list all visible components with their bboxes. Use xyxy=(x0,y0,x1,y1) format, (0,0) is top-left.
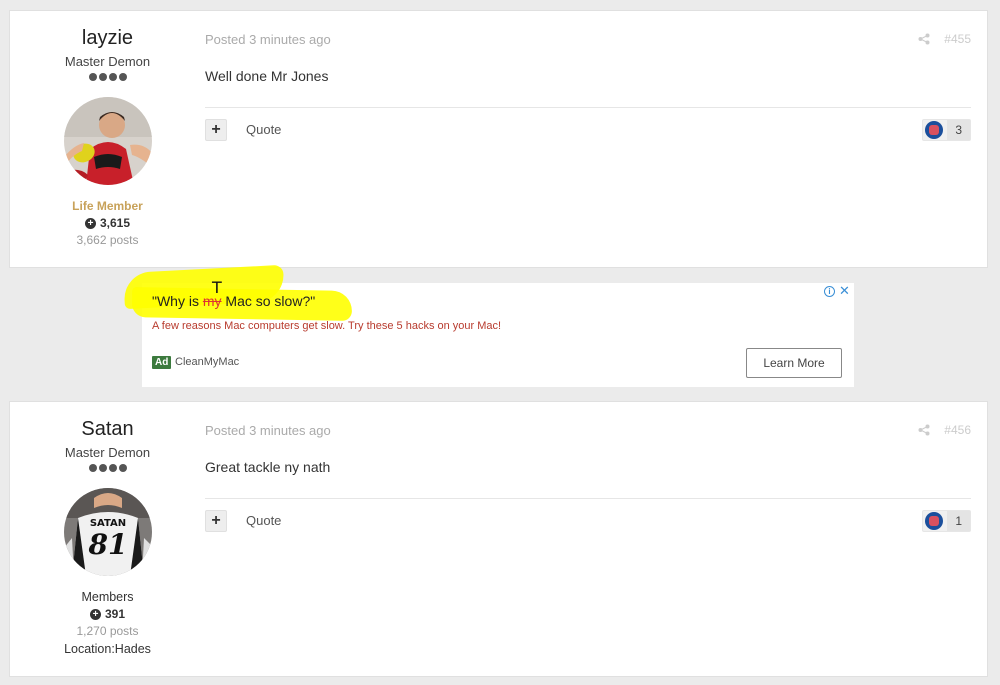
quote-button[interactable]: Quote xyxy=(246,122,281,137)
post-tools: #456 xyxy=(918,423,971,437)
reputation: + 391 xyxy=(10,607,205,621)
like-reaction-icon xyxy=(925,512,944,530)
member-group: Life Member xyxy=(72,199,143,213)
author-panel: layzie Master Demon Life Member + 3,615 xyxy=(10,11,205,247)
ad-choices: i ✕ xyxy=(824,284,850,297)
reputation-value: 391 xyxy=(104,607,126,621)
divider xyxy=(205,107,971,108)
reactions[interactable]: 1 xyxy=(922,510,971,532)
author-name[interactable]: Satan xyxy=(10,418,205,440)
plus-circle-icon: + xyxy=(89,608,101,620)
post-timestamp[interactable]: Posted 3 minutes ago xyxy=(205,423,331,438)
plus-circle-icon: + xyxy=(84,217,96,229)
reactions[interactable]: 3 xyxy=(922,119,971,141)
post-count: 1,270 posts xyxy=(76,624,139,638)
author-title: Master Demon xyxy=(64,54,151,69)
multiquote-button[interactable]: + xyxy=(205,510,227,532)
post-body: Posted 3 minutes ago #456 Great tackle n… xyxy=(205,402,971,676)
avatar[interactable] xyxy=(63,97,152,185)
learn-more-button[interactable]: Learn More xyxy=(746,348,842,378)
jersey-number: 81 xyxy=(87,528,127,561)
reaction-count: 3 xyxy=(947,120,970,140)
handwritten-mark: T xyxy=(212,278,222,297)
ad-headline[interactable]: "Why is my Mac so slow?" T xyxy=(152,278,315,309)
avatar[interactable]: SATAN 81 xyxy=(63,488,152,576)
like-reaction-icon xyxy=(925,121,944,139)
author-name[interactable]: layzie xyxy=(10,27,205,49)
share-icon[interactable] xyxy=(918,33,930,45)
rank-pips xyxy=(10,73,205,83)
post-tools: #455 xyxy=(918,32,971,46)
post-body: Posted 3 minutes ago #455 Well done Mr J… xyxy=(205,11,971,267)
reputation: + 3,615 xyxy=(10,216,205,230)
ad-badge: Ad xyxy=(152,356,172,369)
post-content: Great tackle ny nath xyxy=(205,459,331,475)
reputation-value: 3,615 xyxy=(99,216,131,230)
post-455: layzie Master Demon Life Member + 3,615 xyxy=(9,10,988,268)
info-icon[interactable]: i xyxy=(824,285,835,297)
advertisement[interactable]: "Why is my Mac so slow?" T A few reasons… xyxy=(123,264,854,387)
multiquote-button[interactable]: + xyxy=(205,119,227,141)
close-icon[interactable]: ✕ xyxy=(839,284,850,297)
rank-pips xyxy=(10,464,205,474)
post-number[interactable]: #456 xyxy=(944,423,971,437)
divider xyxy=(205,498,971,499)
post-count: 3,662 posts xyxy=(76,233,139,247)
post-actions: + Quote 1 xyxy=(205,510,971,534)
author-title: Master Demon xyxy=(64,445,151,460)
share-icon[interactable] xyxy=(918,424,930,436)
location: Location:Hades xyxy=(64,642,151,656)
ad-advertiser[interactable]: CleanMyMac xyxy=(175,356,239,368)
quote-button[interactable]: Quote xyxy=(246,513,281,528)
reaction-count: 1 xyxy=(947,511,970,531)
post-timestamp[interactable]: Posted 3 minutes ago xyxy=(205,32,331,47)
ad-description[interactable]: A few reasons Mac computers get slow. Tr… xyxy=(152,320,501,332)
post-number[interactable]: #455 xyxy=(944,32,971,46)
member-group: Members xyxy=(81,590,134,604)
post-456: Satan Master Demon SATAN 81 Members + 39… xyxy=(9,401,988,677)
post-content: Well done Mr Jones xyxy=(205,68,329,84)
author-panel: Satan Master Demon SATAN 81 Members + 39… xyxy=(10,402,205,656)
post-actions: + Quote 3 xyxy=(205,119,971,143)
